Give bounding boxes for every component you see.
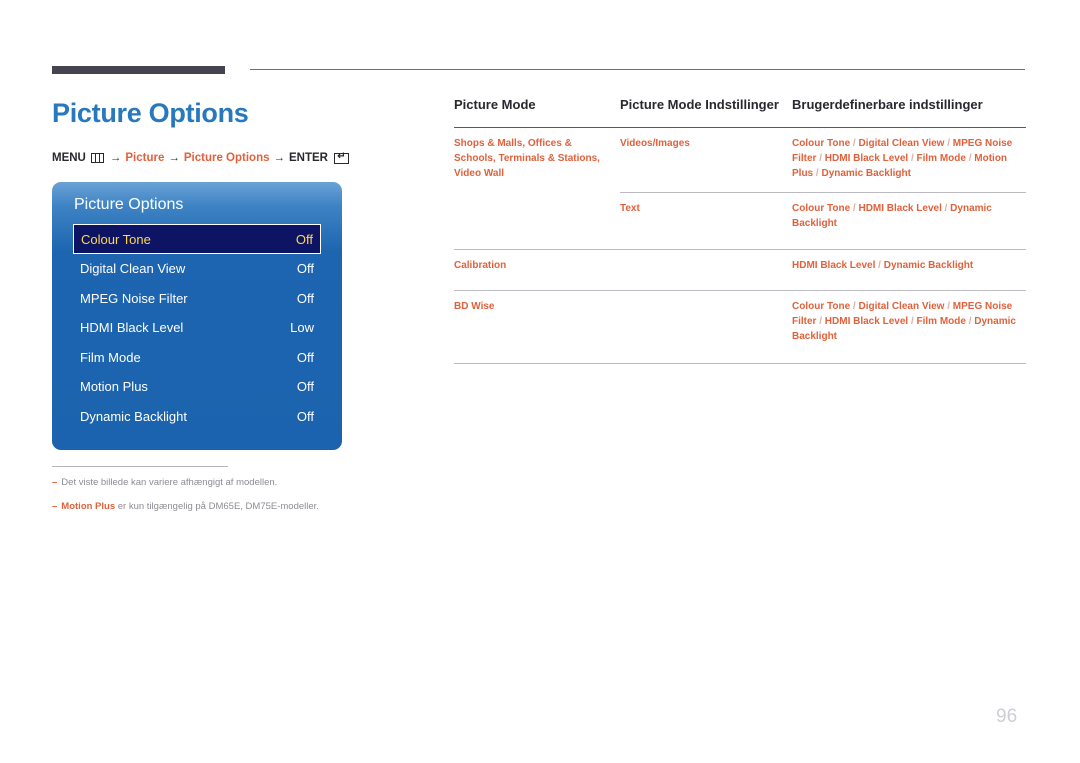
footnote-strong-term: Motion Plus	[61, 501, 116, 512]
osd-row-value: Off	[296, 408, 314, 424]
table-row: BD Wise Colour Tone / Digital Clean View…	[454, 291, 1026, 363]
footnote-dash: –	[52, 501, 58, 512]
breadcrumb-item-picture-options[interactable]: Picture Options	[184, 152, 270, 164]
osd-row-value: Off	[295, 231, 313, 247]
breadcrumb: MENU → Picture → Picture Options → ENTER…	[52, 151, 349, 164]
osd-row-motion-plus[interactable]: Motion Plus Off	[73, 372, 321, 402]
footnote-text: Det viste billede kan variere afhængigt …	[61, 477, 278, 488]
breadcrumb-arrow-1: →	[109, 152, 122, 164]
cell-customisable-settings: HDMI Black Level / Dynamic Backlight	[792, 260, 974, 272]
table-header-row: Picture Mode Picture Mode Indstillinger …	[454, 96, 1026, 127]
header-accent-bar	[52, 66, 225, 74]
osd-row-label: Motion Plus	[80, 379, 148, 395]
osd-row-label: Dynamic Backlight	[80, 408, 187, 424]
cell-picture-mode: Calibration	[454, 260, 507, 272]
cell-customisable-settings: Colour Tone / HDMI Black Level / Dynamic…	[792, 203, 992, 230]
osd-panel-title: Picture Options	[74, 196, 184, 213]
header-rule	[250, 69, 1025, 70]
breadcrumb-enter-label: ENTER	[289, 152, 328, 164]
breadcrumb-item-picture[interactable]: Picture	[125, 152, 164, 164]
column-header-customisable-settings: Brugerdefinerbare indstillinger	[792, 97, 983, 112]
osd-row-value: Off	[296, 349, 314, 365]
enter-return-icon: ↵	[333, 151, 349, 164]
osd-row-mpeg-noise-filter[interactable]: MPEG Noise Filter Off	[73, 284, 321, 314]
osd-row-label: MPEG Noise Filter	[80, 290, 188, 306]
table-row: Shops & Malls, Offices & Schools, Termin…	[454, 128, 1026, 192]
cell-picture-mode: Shops & Malls, Offices & Schools, Termin…	[454, 138, 600, 180]
osd-row-value: Off	[296, 379, 314, 395]
breadcrumb-menu-label: MENU	[52, 152, 86, 164]
osd-row-dynamic-backlight[interactable]: Dynamic Backlight Off	[73, 402, 321, 432]
table-row: Text Colour Tone / HDMI Black Level / Dy…	[454, 193, 1026, 249]
osd-row-label: Colour Tone	[81, 231, 151, 247]
osd-row-label: Digital Clean View	[80, 261, 186, 277]
osd-row-label: Film Mode	[80, 349, 141, 365]
page-number: 96	[996, 706, 1018, 727]
picture-mode-table: Picture Mode Picture Mode Indstillinger …	[454, 96, 1026, 365]
table-bottom-rule	[454, 363, 1026, 365]
page-title: Picture Options	[52, 98, 249, 128]
footnote-divider	[52, 466, 228, 467]
osd-menu-panel: Picture Options Colour Tone Off Digital …	[52, 182, 342, 450]
osd-row-value: Off	[296, 261, 314, 277]
cell-picture-mode-settings	[620, 299, 792, 353]
footnote-2: – Motion Plus er kun tilgængelig på DM65E…	[52, 501, 319, 512]
osd-row-label: HDMI Black Level	[80, 320, 184, 336]
footnote-dash: –	[52, 477, 58, 488]
table-row: Calibration HDMI Black Level / Dynamic B…	[454, 250, 1026, 290]
menu-bars-icon	[90, 153, 104, 163]
cell-customisable-settings: Colour Tone / Digital Clean View / MPEG …	[792, 138, 1013, 180]
osd-menu-list: Colour Tone Off Digital Clean View Off M…	[52, 224, 342, 431]
cell-picture-mode-settings: Text	[620, 203, 640, 215]
osd-row-digital-clean-view[interactable]: Digital Clean View Off	[73, 254, 321, 284]
osd-row-value: Low	[290, 320, 314, 336]
cell-customisable-settings: Colour Tone / Digital Clean View / MPEG …	[792, 301, 1016, 343]
osd-row-colour-tone[interactable]: Colour Tone Off	[73, 224, 321, 254]
footnote-1: – Det viste billede kan variere afhængigt…	[52, 477, 277, 488]
column-header-picture-mode: Picture Mode	[454, 97, 536, 112]
footnote-text: er kun tilgængelig på DM65E, DM75E-model…	[115, 501, 319, 512]
osd-row-value: Off	[296, 290, 314, 306]
breadcrumb-arrow-3: →	[273, 152, 286, 164]
osd-row-hdmi-black-level[interactable]: HDMI Black Level Low	[73, 313, 321, 343]
osd-row-film-mode[interactable]: Film Mode Off	[73, 343, 321, 373]
column-header-picture-mode-settings: Picture Mode Indstillinger	[620, 97, 779, 112]
cell-picture-mode-settings: Videos/Images	[620, 138, 690, 150]
breadcrumb-arrow-2: →	[168, 152, 180, 164]
cell-picture-mode	[454, 201, 620, 239]
cell-picture-mode: BD Wise	[454, 301, 495, 313]
cell-picture-mode-settings	[620, 258, 792, 280]
